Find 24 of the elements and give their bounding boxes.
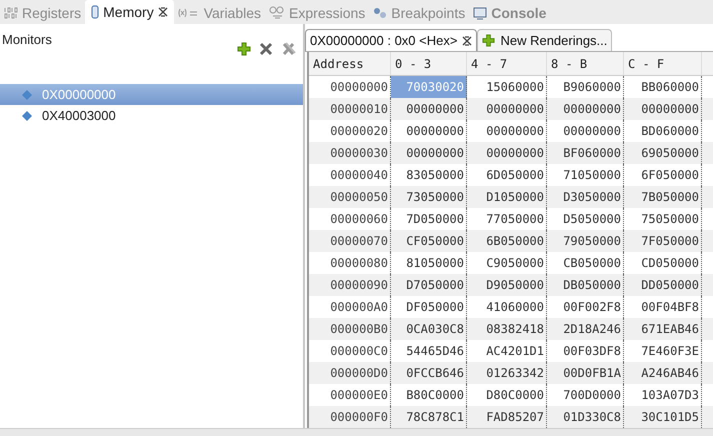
breakpoints-icon	[373, 7, 388, 19]
monitor-item[interactable]: 0X40003000	[0, 105, 303, 126]
column-header[interactable]: 4 - 7	[467, 52, 547, 75]
binary-icon	[4, 7, 18, 19]
add-icon[interactable]	[237, 42, 251, 56]
column-header[interactable]: 0 - 3	[391, 52, 467, 75]
add-icon	[482, 34, 496, 47]
rendering-tab[interactable]: 0X00000000 : 0x0 <Hex>	[305, 29, 478, 51]
diamond-icon	[22, 90, 32, 100]
memory-icon	[91, 5, 100, 19]
panel-title: Monitors	[1, 31, 52, 49]
column-header[interactable]: C - F	[624, 52, 702, 75]
variables-icon	[178, 7, 200, 19]
column-header[interactable]: 8 - B	[547, 52, 624, 75]
diamond-icon	[22, 110, 32, 120]
expressions-icon	[269, 6, 286, 20]
remove-all-icon[interactable]	[281, 42, 297, 56]
view-tab[interactable]: Memory	[85, 0, 174, 24]
close-icon[interactable]	[462, 36, 472, 46]
column-header[interactable]: Address	[309, 52, 391, 75]
close-icon[interactable]	[158, 7, 168, 17]
rendering-tab[interactable]: New Renderings...	[477, 29, 612, 51]
console-icon	[473, 6, 488, 20]
close-icon[interactable]	[259, 42, 273, 56]
